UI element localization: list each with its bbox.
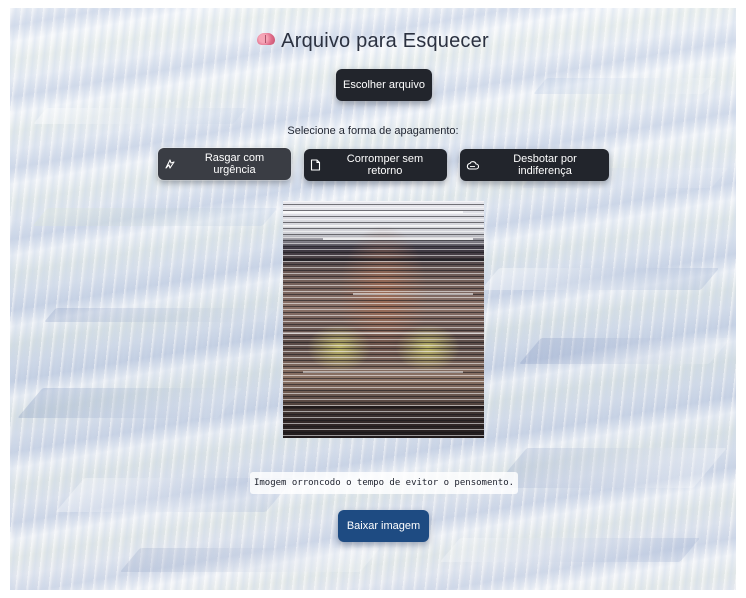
download-image-button[interactable]: Baixar imagem (338, 510, 429, 542)
erase-mode-tear-button[interactable]: Rasgar com urgência (158, 148, 291, 180)
erase-mode-fade-button[interactable]: Desbotar por indiferença (460, 149, 609, 181)
scanline (323, 238, 473, 240)
erase-mode-tear-label: Rasgar com urgência (204, 152, 265, 176)
erase-mode-corrupt-label: Corromper sem retorno (346, 153, 424, 177)
background-streak (44, 308, 276, 322)
page-title-text: Arquivo para Esquecer (281, 30, 489, 52)
scanline (283, 211, 463, 213)
background-streak (119, 548, 381, 572)
background-streak (439, 538, 701, 562)
scanline (283, 225, 484, 227)
scanline (353, 293, 473, 295)
choose-file-button[interactable]: Escolher arquivo (336, 69, 432, 101)
background-streak (493, 448, 727, 488)
erase-mode-prompt: Selecione a forma de apagamento: (287, 125, 459, 137)
background-streak (533, 78, 717, 94)
scanline (283, 332, 484, 334)
choose-file-label: Escolher arquivo (343, 79, 425, 91)
scanline (303, 371, 463, 373)
background-streak (33, 108, 247, 124)
scanline (283, 259, 484, 261)
background-streak (17, 388, 243, 418)
background-streak (480, 268, 720, 290)
background-streak (32, 208, 278, 226)
cloud-icon (466, 160, 479, 170)
erase-mode-fade-label: Desbotar por indiferença (513, 153, 577, 177)
background-streak (519, 338, 731, 364)
erase-mode-corrupt-button[interactable]: Corromper sem retorno (304, 149, 447, 181)
image-caption: Imogem orroncodo o tempo de evitor o pen… (250, 472, 518, 494)
glitched-image-preview (283, 201, 484, 438)
download-image-label: Baixar imagem (346, 520, 421, 532)
document-icon (310, 159, 321, 171)
scanline (283, 406, 484, 408)
page-title: Arquivo para Esquecer (0, 30, 746, 53)
brain-icon (257, 33, 276, 45)
tear-icon (165, 159, 175, 169)
